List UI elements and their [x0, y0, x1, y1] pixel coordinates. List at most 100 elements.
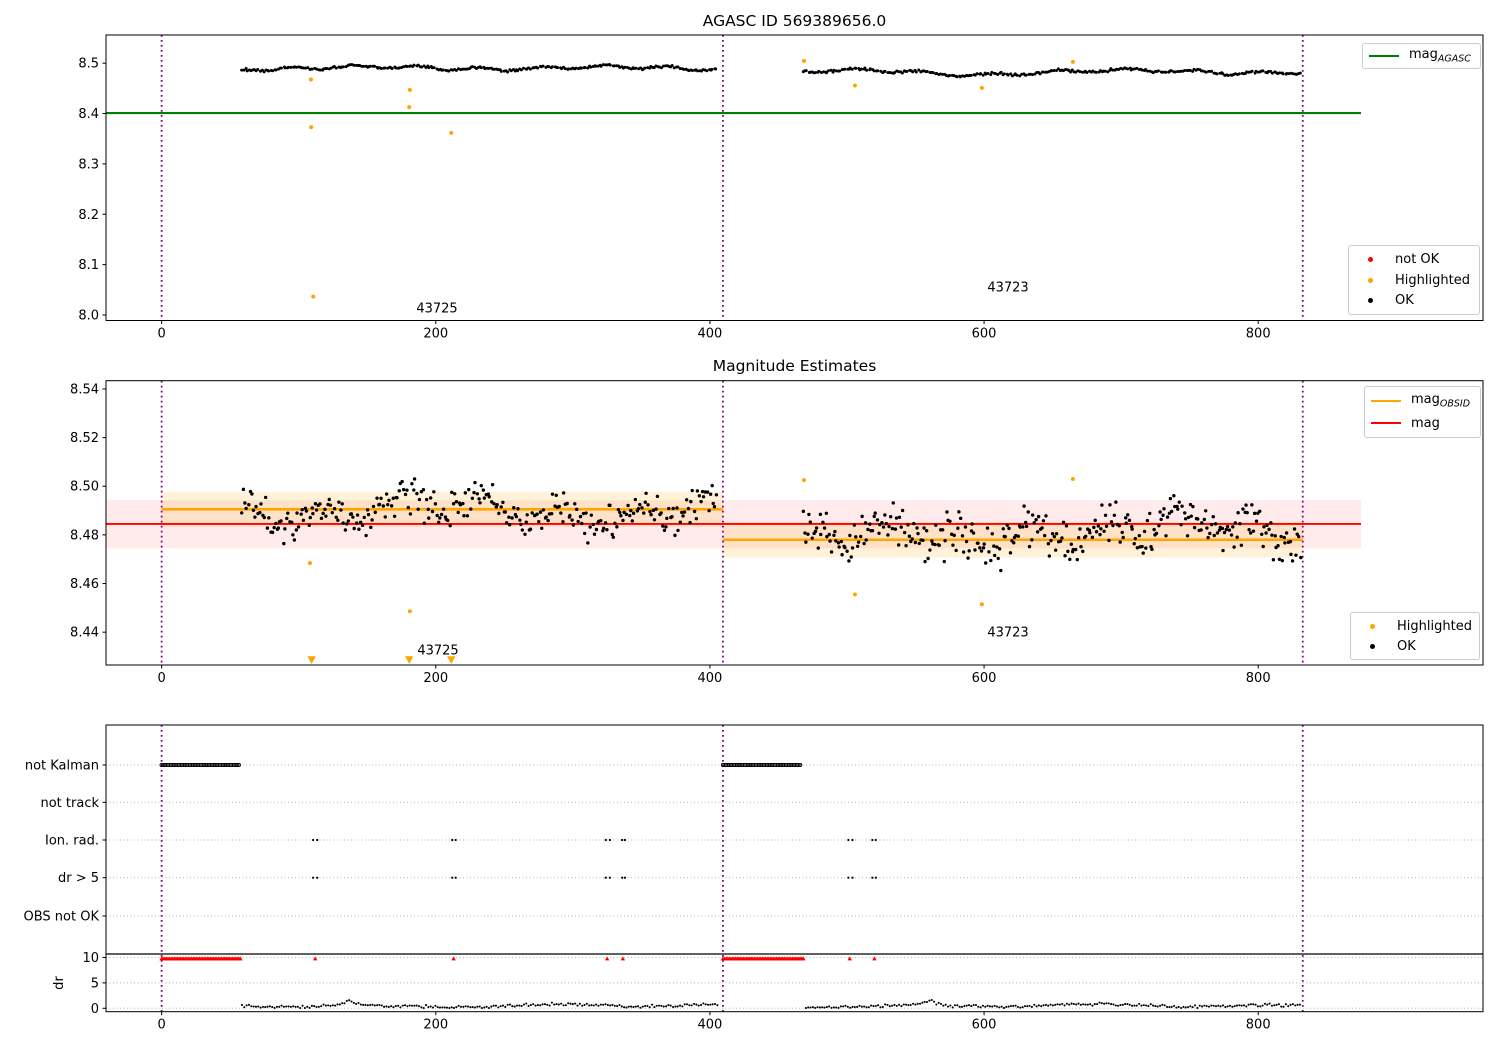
ok-point	[401, 487, 406, 492]
ok-point	[563, 67, 567, 71]
ok-point	[263, 495, 268, 500]
mag-agasc-plot: 0 200 400 600 800 8.0 8.1 8.2 8.3 8.4 8.5	[78, 34, 1484, 342]
y-tick-label: 8.50	[70, 480, 99, 495]
ok-point	[692, 509, 697, 514]
dr-point	[1086, 1003, 1089, 1006]
ok-point	[352, 526, 356, 531]
ok-point	[1232, 545, 1236, 549]
ok-point	[714, 493, 719, 497]
dr-point	[308, 1006, 311, 1009]
ok-point	[870, 528, 875, 533]
ok-point	[1092, 525, 1096, 530]
dr-point	[1138, 1002, 1141, 1005]
ok-point	[568, 513, 572, 518]
ok-point	[1132, 542, 1136, 546]
ok-point	[667, 506, 671, 511]
ok-point	[267, 69, 271, 73]
dr-point	[504, 1005, 507, 1009]
dr-clipped-marker	[604, 956, 610, 961]
dr-point	[695, 1003, 698, 1006]
ok-point	[392, 514, 397, 518]
dr-point	[1193, 1004, 1197, 1007]
x-tick-label: 400	[698, 1018, 723, 1033]
ok-point	[697, 494, 702, 498]
dr-point	[1145, 1004, 1148, 1007]
dr-point	[1100, 1002, 1103, 1005]
dr-point	[397, 1004, 400, 1007]
ok-point	[883, 69, 887, 73]
dr-point	[350, 1000, 353, 1003]
ok-point	[982, 542, 986, 546]
ok-point	[910, 537, 914, 541]
ok-point	[1215, 531, 1220, 535]
ok-point	[290, 520, 294, 524]
ok-point	[850, 546, 855, 550]
dr-point	[627, 1005, 630, 1008]
ok-point	[583, 65, 587, 69]
ok-point	[469, 507, 473, 511]
dr-point	[352, 1001, 355, 1004]
ok-point	[574, 507, 579, 512]
dr-point	[480, 1006, 484, 1010]
dr-point	[1275, 1003, 1278, 1006]
ok-point	[862, 541, 866, 546]
dr-point	[611, 1003, 614, 1006]
dr-point	[1084, 1003, 1087, 1006]
ok-point	[524, 520, 528, 524]
figure: 0 200 400 600 800 8.0 8.1 8.2 8.3 8.4 8.5 0 200 400 60…	[0, 0, 1500, 1050]
ok-point	[1247, 528, 1251, 532]
ok-point	[1124, 521, 1128, 525]
dr-point	[327, 1004, 330, 1007]
ok-point	[516, 507, 520, 511]
dr-point	[846, 1005, 849, 1008]
ok-point	[1024, 73, 1028, 77]
ok-point	[1124, 516, 1128, 520]
ok-point	[665, 516, 669, 521]
legend-label: magAGASC	[1409, 47, 1471, 65]
ok-point	[1169, 69, 1173, 73]
ok-point	[346, 519, 351, 523]
dr-point	[653, 1006, 656, 1009]
ok-point	[589, 65, 593, 69]
dr-point	[1023, 1005, 1026, 1008]
ok-point	[865, 68, 869, 72]
dr-point	[988, 1005, 992, 1008]
ok-point	[410, 482, 414, 486]
ok-point	[570, 518, 574, 522]
ok-point	[1280, 558, 1285, 563]
ok-point	[561, 520, 565, 524]
ok-point	[832, 533, 836, 537]
ok-point	[1204, 509, 1208, 513]
x-tick-label: 200	[423, 1018, 448, 1033]
ok-point	[675, 506, 679, 510]
ok-point	[254, 504, 258, 509]
ok-point	[1250, 69, 1254, 73]
dr-point	[341, 1002, 344, 1005]
ok-point	[424, 497, 429, 502]
dr-point	[1114, 1004, 1117, 1007]
ok-point	[1168, 496, 1173, 501]
ok-point	[482, 496, 487, 500]
dr-point	[1198, 1004, 1201, 1007]
ok-point	[452, 492, 457, 496]
dr-point	[285, 1005, 288, 1008]
ok-point	[634, 66, 638, 70]
dr-point	[532, 1003, 535, 1006]
ok-point	[599, 518, 603, 523]
legend-line-swatch	[1370, 422, 1402, 424]
ok-point	[267, 516, 271, 520]
dr-point	[874, 1004, 877, 1008]
ok-point	[435, 513, 439, 518]
dr-point	[1186, 1006, 1190, 1009]
dr-point	[923, 1000, 926, 1003]
dr-point	[240, 1003, 244, 1007]
ok-point	[1042, 533, 1047, 538]
ok-point	[256, 68, 260, 72]
ok-point	[1220, 526, 1225, 531]
dr-point	[273, 1006, 276, 1010]
ok-point	[561, 491, 566, 495]
dr-point	[597, 1004, 600, 1007]
ok-point	[884, 521, 889, 526]
ok-point	[1084, 534, 1088, 538]
ok-point	[438, 516, 442, 520]
